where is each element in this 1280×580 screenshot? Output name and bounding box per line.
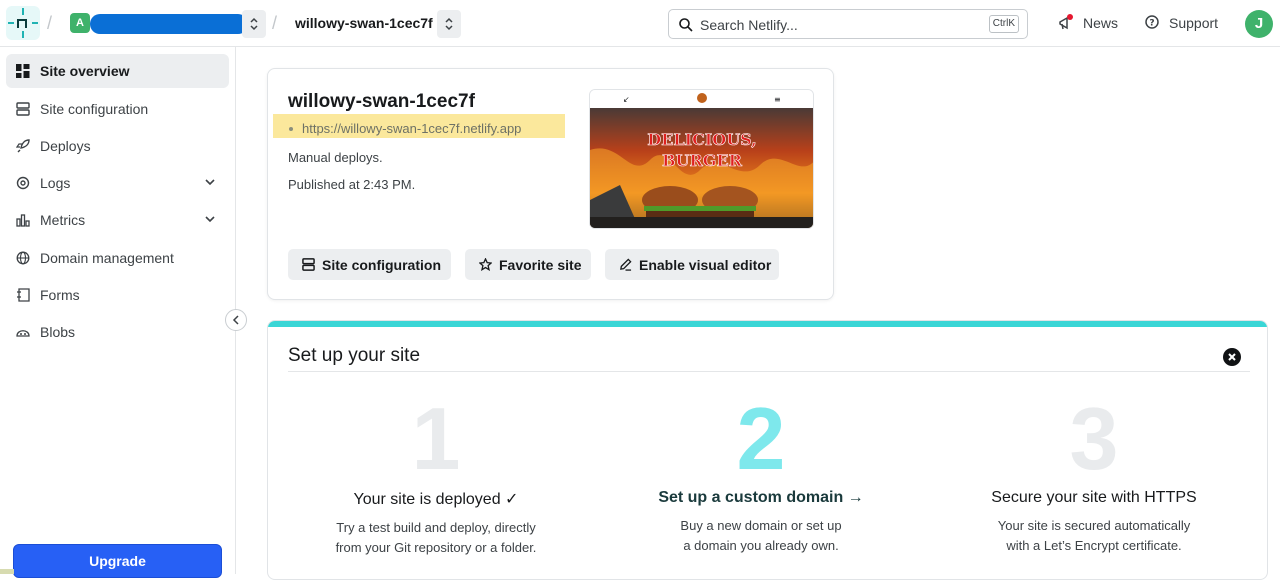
search-placeholder: Search Netlify...	[700, 17, 798, 33]
site-title: willowy-swan-1cec7f	[288, 91, 475, 112]
step-description: Try a test build and deploy, directly fr…	[335, 520, 537, 555]
bar-chart-icon	[16, 214, 30, 227]
form-icon	[17, 288, 30, 302]
chevron-left-icon	[232, 315, 239, 325]
logs-icon	[16, 176, 30, 190]
team-avatar[interactable]: A	[70, 13, 90, 33]
sidebar-item-site-overview[interactable]: Site overview	[6, 54, 229, 88]
setup-title: Set up your site	[288, 345, 421, 366]
breadcrumb-separator: /	[272, 13, 278, 33]
support-link[interactable]: Support	[1169, 15, 1218, 31]
netlify-logo-icon	[8, 8, 38, 38]
rocket-icon	[16, 139, 30, 153]
megaphone-icon[interactable]	[1058, 14, 1074, 32]
chevron-updown-icon	[445, 17, 453, 31]
sidebar-item-label: Logs	[40, 175, 71, 191]
pencil-icon	[620, 258, 632, 271]
setup-site-card: Set up your site 1 Your site is deployed…	[267, 320, 1268, 580]
site-url-link[interactable]: https://willowy-swan-1cec7f.netlify.app	[302, 121, 521, 136]
site-configuration-button[interactable]: Site configuration	[288, 249, 451, 280]
setup-step-https: 3 Secure your site with HTTPS Your site …	[944, 391, 1244, 556]
step-title: Secure your site with HTTPS	[991, 489, 1197, 506]
breadcrumb-site-name[interactable]: willowy-swan-1cec7f	[295, 15, 433, 31]
site-switcher-button[interactable]	[437, 10, 461, 38]
news-link[interactable]: News	[1083, 15, 1118, 31]
team-name-redacted[interactable]	[90, 14, 248, 34]
blobs-icon	[16, 330, 30, 337]
user-avatar[interactable]: J	[1245, 10, 1273, 38]
sidebar-item-forms[interactable]: Forms	[6, 278, 229, 312]
set-up-custom-domain-link[interactable]: Set up a custom domain →	[611, 489, 911, 507]
svg-text:?: ?	[1149, 19, 1154, 29]
sidebar-item-label: Metrics	[40, 212, 86, 228]
breadcrumb-separator: /	[47, 13, 53, 33]
top-bar: / A / willowy-swan-1cec7f Search Netlify…	[0, 0, 1280, 47]
grid-icon	[16, 64, 30, 78]
server-icon	[302, 258, 315, 271]
chevron-down-icon[interactable]	[205, 215, 215, 223]
close-setup-button[interactable]	[1223, 348, 1241, 366]
search-icon	[679, 18, 693, 32]
globe-icon	[16, 251, 30, 265]
published-time-text: Published at 2:43 PM.	[288, 177, 416, 192]
server-icon	[16, 102, 30, 116]
setup-step-deployed: 1 Your site is deployed ✓ Try a test bui…	[286, 391, 586, 558]
sidebar-item-deploys[interactable]: Deploys	[6, 129, 229, 163]
setup-accent-bar	[268, 321, 1267, 327]
deploy-mode-text: Manual deploys.	[288, 150, 383, 165]
upgrade-button[interactable]: Upgrade	[13, 544, 222, 578]
setup-divider	[288, 371, 1250, 372]
sidebar-item-label: Site overview	[40, 63, 130, 79]
step-description: Your site is secured automatically with …	[997, 518, 1191, 553]
step-number: 3	[1069, 389, 1119, 488]
button-label: Favorite site	[499, 257, 582, 273]
sidebar-item-site-configuration[interactable]: Site configuration	[6, 92, 229, 126]
search-input[interactable]: Search Netlify... CtrlK	[668, 9, 1028, 39]
sidebar-item-label: Deploys	[40, 138, 91, 154]
site-preview-thumbnail[interactable]: ↙ ≡ DELICIOUS, BURGER	[589, 89, 814, 229]
sidebar-item-metrics[interactable]: Metrics	[6, 203, 229, 237]
search-shortcut-hint: CtrlK	[988, 15, 1019, 33]
sidebar-item-label: Forms	[40, 287, 80, 303]
help-circle-icon[interactable]: ?	[1145, 14, 1161, 30]
button-label: Enable visual editor	[639, 257, 772, 273]
sidebar-item-blobs[interactable]: Blobs	[6, 315, 229, 349]
collapse-sidebar-button[interactable]	[225, 309, 247, 331]
enable-visual-editor-button[interactable]: Enable visual editor	[605, 249, 779, 280]
button-label: Site configuration	[322, 257, 441, 273]
sidebar-item-label: Site configuration	[40, 101, 149, 117]
preview-headline-line1: DELICIOUS,	[647, 130, 756, 149]
sidebar-item-label: Domain management	[40, 250, 174, 266]
star-icon	[479, 258, 492, 271]
step-title: Your site is deployed ✓	[353, 491, 519, 508]
step-number: 1	[411, 389, 461, 488]
netlify-logo[interactable]	[6, 6, 40, 40]
step-description: Buy a new domain or set up a domain you …	[680, 518, 842, 553]
chevron-down-icon[interactable]	[205, 178, 215, 186]
setup-step-custom-domain[interactable]: 2 Set up a custom domain → Buy a new dom…	[611, 391, 911, 556]
url-bullet	[289, 127, 293, 131]
chevron-updown-icon	[250, 17, 258, 31]
sidebar-item-logs[interactable]: Logs	[6, 166, 229, 200]
team-switcher-button[interactable]	[242, 10, 266, 38]
sidebar-item-domain-management[interactable]: Domain management	[6, 241, 229, 275]
preview-headline-line2: BURGER	[662, 151, 743, 170]
close-icon	[1228, 353, 1236, 361]
step-number: 2	[736, 389, 786, 488]
svg-text:≡: ≡	[774, 95, 781, 104]
scrollbar-strip	[0, 569, 14, 574]
site-overview-card: willowy-swan-1cec7f https://willowy-swan…	[267, 68, 834, 300]
site-preview-image: ↙ ≡ DELICIOUS, BURGER	[590, 90, 813, 228]
sidebar: Site overview Site configuration Deploys…	[0, 47, 236, 578]
svg-text:↙: ↙	[623, 95, 630, 104]
favorite-site-button[interactable]: Favorite site	[465, 249, 591, 280]
sidebar-item-label: Blobs	[40, 324, 76, 340]
